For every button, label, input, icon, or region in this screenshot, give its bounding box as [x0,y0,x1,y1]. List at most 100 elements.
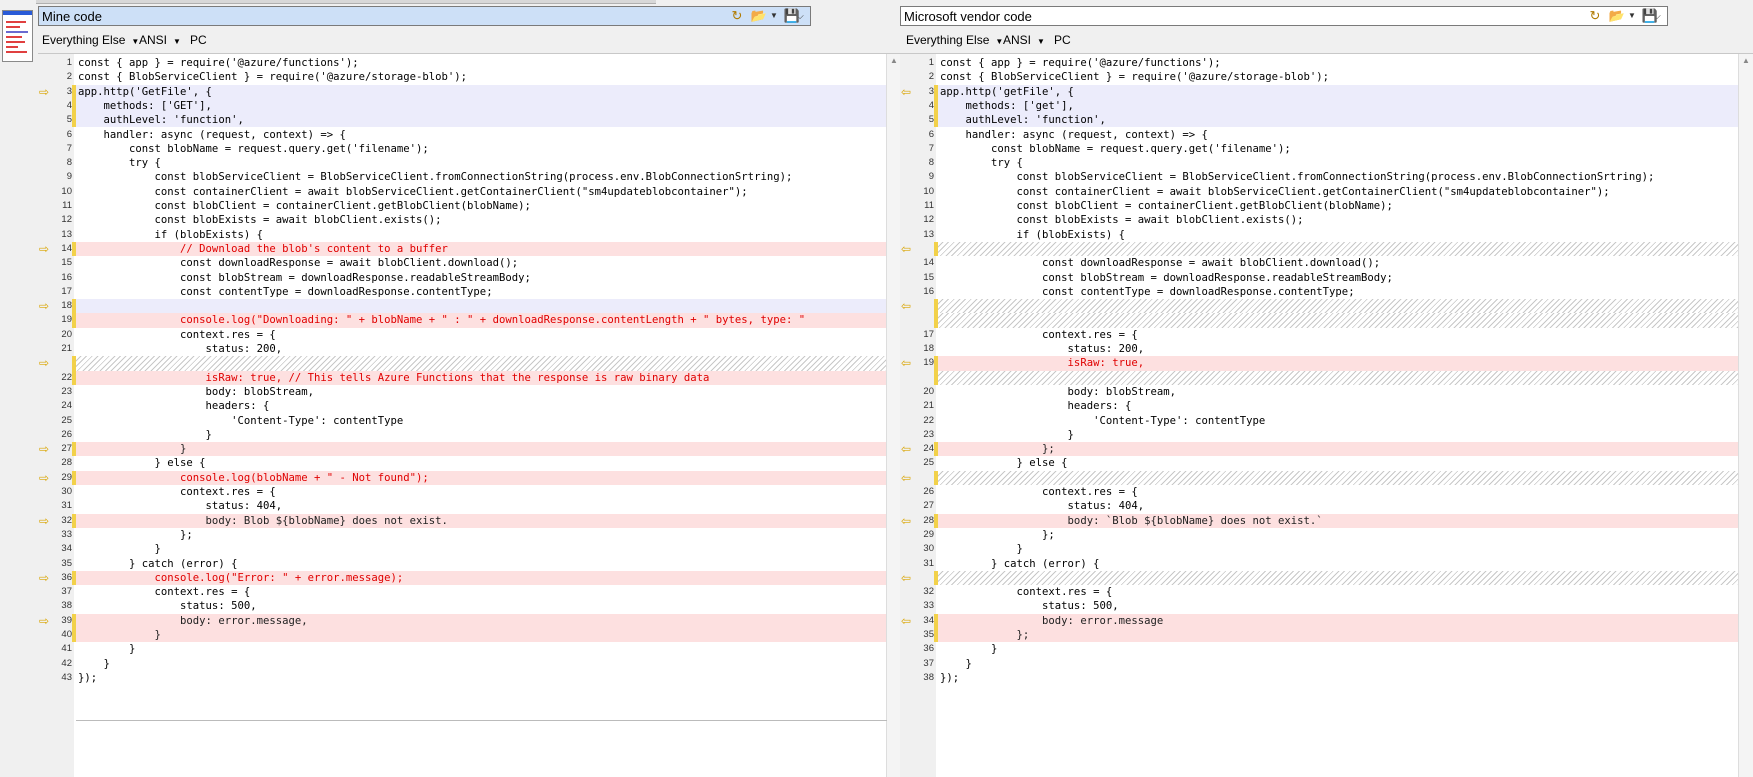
right-path-input[interactable]: Microsoft vendor code ⌵ [900,6,1668,26]
code-line[interactable]: const blobClient = containerClient.getBl… [938,199,1739,213]
code-line[interactable]: } else { [938,456,1739,470]
code-line[interactable]: console.log("Downloading: " + blobName +… [76,313,887,328]
copy-right-arrow-icon[interactable]: ⇨ [39,299,53,313]
open-folder-icon[interactable]: 📂 [1608,7,1626,25]
code-line[interactable]: body: blobStream, [76,385,887,399]
code-line[interactable]: body: error.message [938,613,1739,628]
copy-left-arrow-icon[interactable]: ⇦ [901,85,915,99]
copy-right-arrow-icon[interactable]: ⇨ [39,571,53,585]
code-line[interactable]: const blobServiceClient = BlobServiceCli… [76,170,887,184]
code-line[interactable]: status: 404, [76,499,887,513]
code-line[interactable]: }; [938,528,1739,542]
code-line[interactable]: const contentType = downloadResponse.con… [76,285,887,299]
code-line[interactable]: const blobName = request.query.get('file… [938,142,1739,156]
code-line[interactable]: }; [76,528,887,542]
code-line[interactable] [76,299,887,314]
copy-right-arrow-icon[interactable]: ⇨ [39,356,53,370]
code-line[interactable]: const blobClient = containerClient.getBl… [76,199,887,213]
right-editor[interactable]: 1 2 3 ⇦ 4 5 6 7 8 9 10 11 12 13 ⇦ 14 15 16 ⇦ 17 18 19 ⇦ 20 21 22 2… [900,53,1753,777]
code-line[interactable]: } [938,657,1739,671]
code-line[interactable]: console.log(blobName + " - Not found"); [76,470,887,485]
copy-left-arrow-icon[interactable]: ⇦ [901,299,915,313]
code-line[interactable]: } [76,542,887,556]
left-path-input[interactable]: Mine code ⌵ [38,6,811,26]
code-line[interactable]: } [76,657,887,671]
left-editor[interactable]: 1 2 3 ⇨ 4 5 6 7 8 9 10 11 12 13 14 ⇨ 15 16 17 18 ⇨ 19 20 21 ⇨ 22 2… [38,53,901,777]
format-type-dropdown[interactable]: Everything Else ▼ [906,30,1003,52]
code-line[interactable] [938,470,1739,485]
right-code-area[interactable]: const { app } = require('@azure/function… [938,54,1739,777]
code-line[interactable]: body: error.message, [76,613,887,628]
code-line[interactable] [938,313,1739,328]
code-line[interactable]: context.res = { [938,585,1739,599]
code-line[interactable]: // Download the blob's content to a buff… [76,241,887,257]
code-line[interactable]: app.http('GetFile', { [76,84,887,99]
code-line[interactable]: methods: ['get'], [938,98,1739,114]
copy-right-arrow-icon[interactable]: ⇨ [39,85,53,99]
copy-left-arrow-icon[interactable]: ⇦ [901,356,915,370]
code-line[interactable]: status: 200, [938,342,1739,356]
left-code-area[interactable]: const { app } = require('@azure/function… [76,54,887,777]
code-line[interactable]: app.http('getFile', { [938,84,1739,99]
chevron-down-icon[interactable]: ▼ [1628,7,1636,25]
code-line[interactable]: 'Content-Type': contentType [76,414,887,428]
code-line[interactable] [938,570,1739,586]
reload-icon[interactable]: ↻ [728,7,746,25]
code-line[interactable]: const { BlobServiceClient } = require('@… [938,70,1739,84]
code-line[interactable]: const blobName = request.query.get('file… [76,142,887,156]
code-line[interactable]: } [938,428,1739,442]
copy-left-arrow-icon[interactable]: ⇦ [901,514,915,528]
code-line[interactable]: context.res = { [76,585,887,599]
copy-right-arrow-icon[interactable]: ⇨ [39,242,53,256]
code-line[interactable]: try { [76,156,887,170]
code-line[interactable]: if (blobExists) { [938,228,1739,242]
code-line[interactable]: headers: { [938,399,1739,413]
code-line[interactable]: status: 200, [76,342,887,356]
copy-right-arrow-icon[interactable]: ⇨ [39,514,53,528]
code-line[interactable]: context.res = { [76,328,887,342]
chevron-down-icon[interactable]: ▼ [770,7,778,25]
code-line[interactable]: status: 404, [938,499,1739,513]
encoding-dropdown[interactable]: ANSI ▼ [139,30,181,52]
copy-left-arrow-icon[interactable]: ⇦ [901,571,915,585]
code-line[interactable]: const blobServiceClient = BlobServiceCli… [938,170,1739,184]
code-line[interactable]: body: Blob ${blobName} does not exist. [76,513,887,528]
code-line[interactable]: }); [76,671,887,685]
diff-overview-map[interactable] [2,10,33,62]
code-line[interactable]: isRaw: true, // This tells Azure Functio… [76,370,887,385]
copy-left-arrow-icon[interactable]: ⇦ [901,442,915,456]
eol-label[interactable]: PC [1054,30,1071,50]
code-line[interactable]: methods: ['GET'], [76,98,887,114]
copy-left-arrow-icon[interactable]: ⇦ [901,242,915,256]
code-line[interactable]: } [938,542,1739,556]
code-line[interactable]: body: `Blob ${blobName} does not exist.` [938,513,1739,528]
open-folder-icon[interactable]: 📂 [750,7,768,25]
code-line[interactable]: } [76,642,887,656]
code-line[interactable]: } catch (error) { [938,557,1739,571]
copy-right-arrow-icon[interactable]: ⇨ [39,442,53,456]
code-line[interactable]: context.res = { [76,485,887,499]
scroll-up-icon[interactable]: ▲ [887,56,901,65]
code-line[interactable]: } catch (error) { [76,557,887,571]
code-line[interactable]: const blobStream = downloadResponse.read… [938,271,1739,285]
code-line[interactable]: if (blobExists) { [76,228,887,242]
code-line[interactable]: }); [938,671,1739,685]
code-line[interactable]: handler: async (request, context) => { [76,128,887,142]
code-line[interactable]: isRaw: true, [938,356,1739,371]
code-line[interactable] [938,241,1739,257]
left-vertical-scrollbar[interactable]: ▲ [886,54,901,777]
copy-right-arrow-icon[interactable]: ⇨ [39,614,53,628]
code-line[interactable]: const { BlobServiceClient } = require('@… [76,70,887,84]
code-line[interactable] [76,356,887,371]
save-icon[interactable]: 💾 [783,7,801,25]
right-vertical-scrollbar[interactable]: ▲ [1738,54,1753,777]
code-line[interactable]: try { [938,156,1739,170]
eol-label[interactable]: PC [190,30,207,50]
code-line[interactable]: authLevel: 'function', [938,113,1739,128]
code-line[interactable]: body: blobStream, [938,385,1739,399]
copy-left-arrow-icon[interactable]: ⇦ [901,614,915,628]
encoding-dropdown[interactable]: ANSI ▼ [1003,30,1045,52]
code-line[interactable]: 'Content-Type': contentType [938,414,1739,428]
code-line[interactable]: const blobExists = await blobClient.exis… [76,213,887,227]
code-line[interactable]: handler: async (request, context) => { [938,128,1739,142]
